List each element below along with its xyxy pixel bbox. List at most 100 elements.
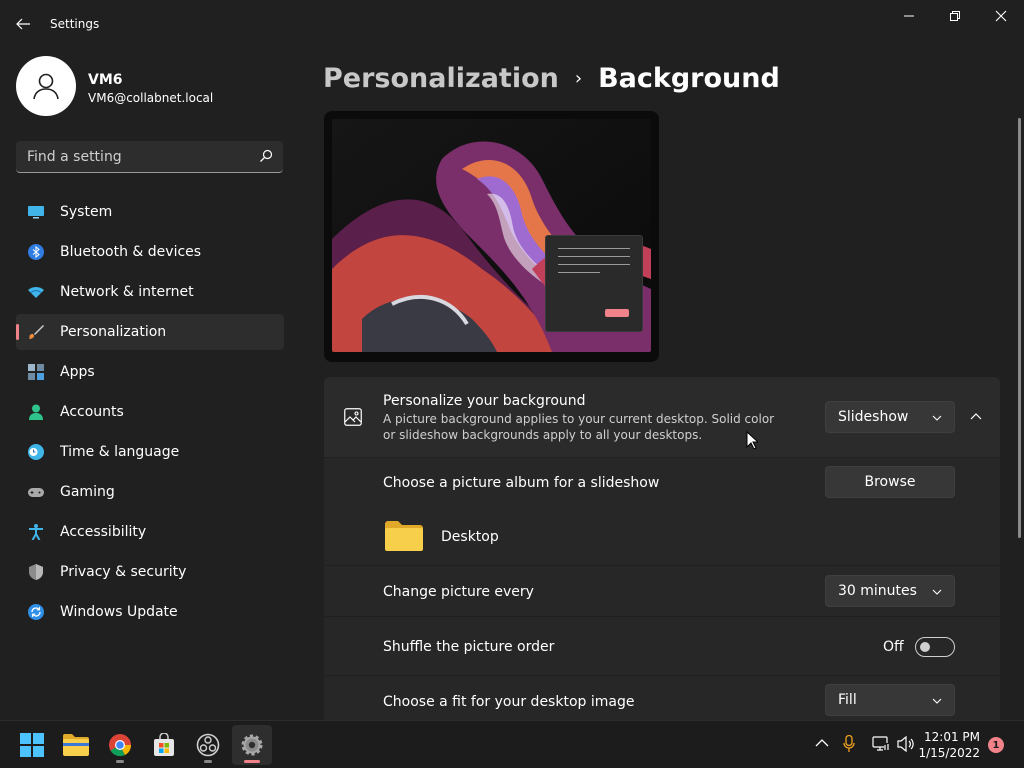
sidebar-item-label: Accounts — [60, 404, 124, 420]
avatar[interactable] — [16, 56, 76, 116]
shuffle-toggle[interactable] — [915, 637, 955, 657]
store-icon — [154, 733, 174, 756]
user-email: VM6@collabnet.local — [88, 91, 214, 105]
background-type-dropdown[interactable]: Slideshow — [825, 401, 955, 433]
fit-row: Choose a fit for your desktop image Fill — [324, 676, 1000, 720]
title-bar: Settings — [0, 0, 1024, 48]
user-name: VM6 — [88, 72, 123, 88]
taskbar-settings[interactable] — [232, 725, 272, 765]
gamepad-icon — [28, 488, 44, 497]
browse-button[interactable]: Browse — [825, 466, 955, 498]
album-folder-name[interactable]: Desktop — [441, 529, 499, 545]
volume-icon[interactable] — [897, 735, 915, 753]
back-arrow-icon[interactable] — [14, 15, 32, 33]
search-box[interactable] — [16, 141, 283, 173]
image-icon — [344, 408, 362, 426]
taskbar-chrome[interactable] — [100, 725, 140, 765]
sidebar-item-label: Time & language — [60, 444, 180, 460]
running-indicator — [204, 760, 212, 763]
folder-icon — [385, 521, 423, 551]
scrollbar[interactable] — [1018, 118, 1021, 538]
fit-label: Choose a fit for your desktop image — [383, 694, 635, 710]
album-section: Choose a picture album for a slideshow B… — [324, 458, 1000, 565]
fit-dropdown[interactable]: Fill — [825, 684, 955, 716]
minimize-button[interactable] — [886, 0, 932, 32]
sidebar-item-label: Gaming — [60, 484, 115, 500]
desktop-preview — [324, 111, 659, 362]
network-icon[interactable] — [872, 735, 890, 753]
running-indicator — [244, 760, 260, 763]
chevron-down-icon — [932, 415, 942, 421]
clock-globe-icon — [28, 444, 44, 460]
chevron-down-icon — [932, 698, 942, 704]
sidebar-nav: System Bluetooth & devices Network & int… — [16, 194, 284, 634]
microphone-icon[interactable] — [843, 735, 855, 753]
sidebar-item-accounts[interactable]: Accounts — [16, 394, 284, 430]
sidebar-item-label: Windows Update — [60, 604, 178, 620]
background-description: A picture background applies to your cur… — [383, 412, 775, 442]
sidebar-item-gaming[interactable]: Gaming — [16, 474, 284, 510]
gear-icon — [241, 734, 263, 756]
monitor-icon — [28, 206, 44, 219]
shield-icon — [29, 564, 43, 580]
change-picture-label: Change picture every — [383, 584, 534, 600]
sidebar-item-label: System — [60, 204, 113, 220]
shuffle-row: Shuffle the picture order Off — [324, 617, 1000, 675]
dropdown-value: Fill — [838, 692, 857, 708]
restore-button[interactable] — [932, 0, 978, 32]
dropdown-value: 30 minutes — [838, 583, 917, 599]
mouse-cursor-icon — [746, 431, 758, 450]
sidebar-item-label: Accessibility — [60, 524, 147, 540]
personalize-background-card[interactable]: Personalize your background A picture ba… — [324, 377, 1000, 457]
chevron-down-icon — [932, 589, 942, 595]
sidebar-item-system[interactable]: System — [16, 194, 284, 230]
breadcrumb-separator: › — [574, 67, 583, 89]
chevron-up-icon[interactable] — [815, 738, 829, 748]
chevron-up-icon — [970, 413, 982, 420]
breadcrumb-parent[interactable]: Personalization — [323, 63, 559, 94]
running-indicator — [116, 760, 124, 763]
sidebar-item-label: Apps — [60, 364, 95, 380]
folder-icon — [63, 734, 89, 756]
interval-dropdown[interactable]: 30 minutes — [825, 575, 955, 607]
search-input[interactable] — [16, 141, 259, 173]
close-button[interactable] — [978, 0, 1024, 32]
clock-date: 1/15/2022 — [918, 746, 980, 760]
sidebar-item-apps[interactable]: Apps — [16, 354, 284, 390]
obs-icon — [196, 733, 220, 757]
window-title: Settings — [50, 17, 100, 31]
sidebar-item-privacy[interactable]: Privacy & security — [16, 554, 284, 590]
wifi-icon — [28, 287, 44, 298]
taskbar-store[interactable] — [144, 725, 184, 765]
start-button[interactable] — [12, 725, 52, 765]
taskbar: 12:01 PM 1/15/2022 1 — [0, 720, 1024, 768]
change-picture-row: Change picture every 30 minutes — [324, 566, 1000, 616]
sidebar-item-accessibility[interactable]: Accessibility — [16, 514, 284, 550]
shuffle-label: Shuffle the picture order — [383, 639, 555, 655]
search-icon[interactable] — [259, 149, 273, 163]
brush-icon — [29, 325, 44, 339]
apps-icon — [28, 364, 44, 380]
person-icon — [29, 404, 43, 420]
preview-window-mock — [546, 236, 642, 331]
shuffle-state: Off — [883, 639, 904, 655]
bluetooth-icon — [28, 244, 44, 260]
sidebar-item-personalization[interactable]: Personalization — [16, 314, 284, 350]
taskbar-obs[interactable] — [188, 725, 228, 765]
page-title: Background — [598, 62, 780, 94]
sidebar-item-windows-update[interactable]: Windows Update — [16, 594, 284, 630]
update-icon — [28, 604, 44, 620]
collapse-button[interactable] — [964, 405, 988, 429]
sidebar-item-bluetooth[interactable]: Bluetooth & devices — [16, 234, 284, 270]
sidebar-item-label: Network & internet — [60, 284, 194, 300]
background-title: Personalize your background — [383, 393, 586, 409]
sidebar-item-network[interactable]: Network & internet — [16, 274, 284, 310]
breadcrumb: Personalization › Background — [323, 58, 780, 98]
notification-badge[interactable]: 1 — [988, 737, 1004, 753]
sidebar-item-time-language[interactable]: Time & language — [16, 434, 284, 470]
album-label: Choose a picture album for a slideshow — [383, 475, 660, 491]
sidebar-item-label: Bluetooth & devices — [60, 244, 202, 260]
taskbar-file-explorer[interactable] — [56, 725, 96, 765]
chrome-icon — [109, 734, 132, 757]
system-clock[interactable]: 12:01 PM 1/15/2022 — [918, 729, 980, 761]
